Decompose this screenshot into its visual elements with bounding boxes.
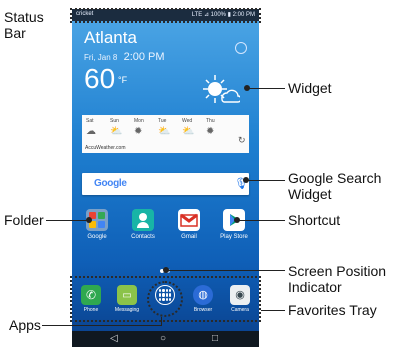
forecast-day: Mon [134,118,144,124]
label-shortcut: Shortcut [288,212,341,228]
widget-settings-icon[interactable] [235,42,247,54]
sun-icon: ✹ [206,126,215,137]
back-icon[interactable]: ◁ [110,333,118,344]
app-label: Google [87,234,107,240]
apps-button-highlight [147,281,183,317]
cloud-sun-icon: ⛅ [182,126,195,137]
label-google-search: Google Search Widget [288,170,382,202]
leader-line [161,317,162,326]
status-bar-highlight [70,8,261,23]
leader-dot [234,217,240,223]
forecast-day: Tue [158,118,167,124]
cloud-sun-icon: ⛅ [158,126,171,137]
app-gmail[interactable]: Gmail [172,209,206,240]
weather-time-text: 2:00 PM [123,51,165,63]
google-logo-text: Google [94,178,127,189]
label-apps: Apps [9,317,41,333]
weather-temp: 60 [84,63,116,94]
app-google-folder[interactable]: Google [80,209,114,240]
forecast-day: Sat [86,118,94,124]
label-widget: Widget [288,80,332,96]
google-search-bar[interactable]: Google 🎙 [82,173,249,195]
weather-provider: AccuWeather.com [85,145,126,151]
leader-line [46,220,88,221]
sun-cloud-icon [203,75,240,103]
weather-unit: °F [118,75,128,85]
refresh-icon[interactable]: ↻ [238,135,246,146]
app-label: Play Store [220,234,248,240]
weather-date: Fri, Jan 8 2:00 PM [84,51,165,63]
app-contacts[interactable]: Contacts [126,209,160,240]
leader-dot [243,177,249,183]
label-screen-position: Screen Position Indicator [288,263,387,295]
forecast-strip: Sat Sun Mon Tue Wed Thu ☁ ⛅ ✹ ⛅ ⛅ ✹ ↻ Ac… [82,115,249,153]
forecast-day: Sun [110,118,119,124]
app-play-store[interactable]: Play Store [217,209,251,240]
navigation-bar: ◁ ○ □ [72,331,259,347]
label-status-bar: Status Bar [4,9,44,41]
cloud-icon: ☁ [86,126,96,137]
recents-icon[interactable]: □ [212,333,218,344]
weather-date-text: Fri, Jan 8 [84,53,118,62]
contacts-icon [132,209,154,231]
app-label: Contacts [131,234,155,240]
label-status-bar-text: Status Bar [4,9,44,41]
gmail-icon [178,209,200,231]
leader-line [247,88,285,89]
label-favorites-tray: Favorites Tray [288,302,377,318]
leader-line [261,310,285,311]
leader-line [166,270,285,271]
google-logo: Google [94,178,127,189]
forecast-day: Thu [206,118,215,124]
forecast-day: Wed [182,118,193,124]
app-label: Gmail [181,234,197,240]
leader-line [42,325,162,326]
cloud-sun-icon: ⛅ [110,126,123,137]
leader-line [245,180,285,181]
leader-dot [163,267,169,273]
leader-line [237,220,285,221]
home-icon[interactable]: ○ [160,333,166,344]
sun-icon: ✹ [134,126,143,137]
label-folder: Folder [4,212,44,228]
leader-dot [244,85,250,91]
weather-city: Atlanta [84,28,137,47]
leader-dot [86,217,92,223]
